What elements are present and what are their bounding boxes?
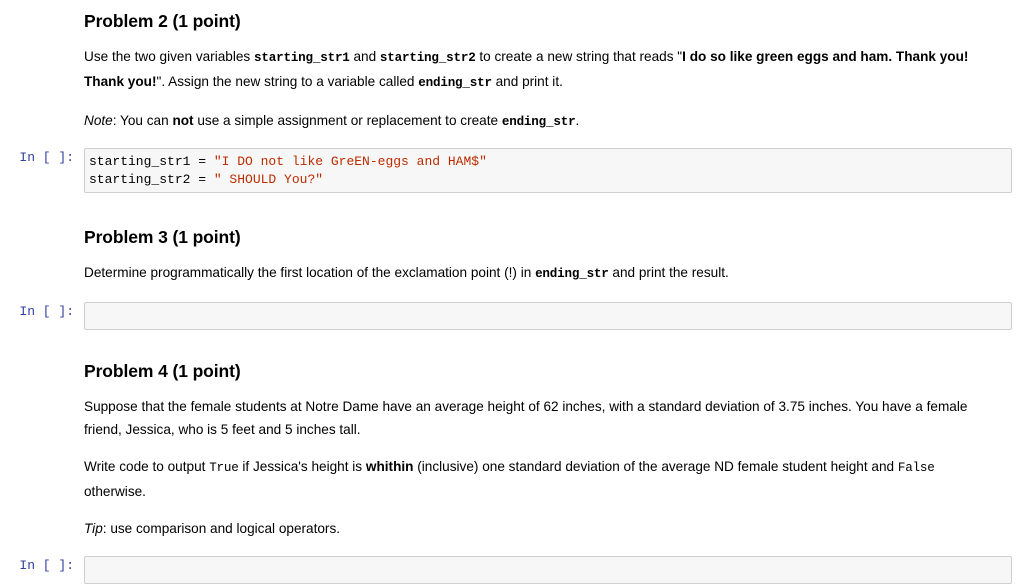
paragraph-problem-2-note: Note: You can not use a simple assignmen… [84, 109, 982, 134]
paragraph-problem-3-body: Determine programmatically the first loc… [84, 261, 982, 286]
text-fragment: . [575, 113, 580, 128]
code-input-area-empty[interactable] [84, 302, 1012, 330]
paragraph-problem-2-body: Use the two given variables starting_str… [84, 45, 982, 95]
paragraph-problem-4-body: Suppose that the female students at Notr… [84, 399, 968, 437]
markdown-cell-problem-3[interactable]: Problem 3 (1 point) Determine programmat… [0, 226, 1024, 286]
top-spacer [0, 0, 1024, 10]
tip-label: Tip [84, 521, 103, 536]
code-token-operator: = [198, 154, 214, 169]
text-fragment: if Jessica's height is [238, 459, 366, 474]
input-prompt-problem-3: In [ ]: [19, 304, 74, 319]
inline-code-starting-str2: starting_str2 [379, 51, 476, 65]
bold-not: not [172, 113, 194, 128]
code-cell-content [84, 302, 1024, 330]
code-token-name: starting_str2 [89, 171, 199, 187]
text-fragment: : use comparison and logical operators. [102, 521, 341, 536]
inline-code-ending-str: ending_str [418, 76, 492, 90]
text-fragment: otherwise. [84, 484, 146, 499]
paragraph-problem-4-tip: Tip: use comparison and logical operator… [84, 517, 982, 540]
input-prompt-problem-2: In [ ]: [19, 150, 74, 165]
paragraph-problem-4-write: Write code to output True if Jessica's h… [84, 455, 982, 503]
bold-whithin: whithin [365, 459, 414, 474]
inline-code-true: True [209, 461, 239, 475]
text-fragment: and print it. [491, 74, 563, 89]
code-input-area-empty[interactable] [84, 556, 1012, 584]
heading-problem-3: Problem 3 (1 point) [84, 227, 241, 247]
code-token-name: starting_str1 [89, 154, 199, 169]
text-fragment: (inclusive) one standard deviation of th… [413, 459, 898, 474]
code-cell-problem-4[interactable]: In [ ]: [0, 556, 1024, 584]
input-prompt-problem-4: In [ ]: [19, 558, 74, 573]
markdown-cell-problem-2[interactable]: Problem 2 (1 point) Use the two given va… [0, 10, 1024, 134]
code-cell-problem-2[interactable]: In [ ]: starting_str1 = "I DO not like G… [0, 148, 1024, 193]
notebook-container: Problem 2 (1 point) Use the two given va… [0, 0, 1024, 584]
text-fragment: and print the result. [608, 265, 729, 280]
text-fragment: Determine programmatically the first loc… [84, 265, 536, 280]
code-input-area[interactable]: starting_str1 = "I DO not like GreEN-egg… [84, 148, 1012, 193]
note-label: Note [84, 113, 113, 128]
code-cell-content: starting_str1 = "I DO not like GreEN-egg… [84, 148, 1024, 193]
text-fragment: ". Assign the new string to a variable c… [156, 74, 419, 89]
code-source[interactable]: starting_str1 = "I DO not like GreEN-egg… [89, 153, 1007, 188]
text-fragment: to create a new string that reads " [475, 49, 683, 64]
inline-code-ending-str: ending_str [501, 115, 576, 129]
text-fragment: and [349, 49, 380, 64]
markdown-content-problem-2: Problem 2 (1 point) Use the two given va… [84, 10, 1024, 134]
heading-problem-2: Problem 2 (1 point) [84, 11, 241, 31]
heading-problem-4: Problem 4 (1 point) [84, 361, 241, 381]
text-fragment: use a simple assignment or replacement t… [193, 113, 502, 128]
text-fragment: Use the two given variables [84, 49, 255, 64]
code-cell-content [84, 556, 1024, 584]
text-fragment: : You can [112, 113, 173, 128]
inline-code-ending-str: ending_str [535, 267, 609, 281]
code-token-string: " SHOULD You?" [213, 171, 324, 187]
text-fragment: Write code to output [84, 459, 210, 474]
markdown-content-problem-4: Problem 4 (1 point) Suppose that the fem… [84, 360, 1024, 540]
markdown-cell-problem-4[interactable]: Problem 4 (1 point) Suppose that the fem… [0, 360, 1024, 540]
markdown-content-problem-3: Problem 3 (1 point) Determine programmat… [84, 226, 1024, 286]
code-token-string: "I DO not like GreEN-eggs and HAM$" [213, 154, 487, 169]
inline-code-false: False [897, 461, 935, 475]
inline-code-starting-str1: starting_str1 [254, 51, 350, 65]
code-token-operator: = [198, 171, 214, 187]
code-cell-problem-3[interactable]: In [ ]: [0, 302, 1024, 330]
